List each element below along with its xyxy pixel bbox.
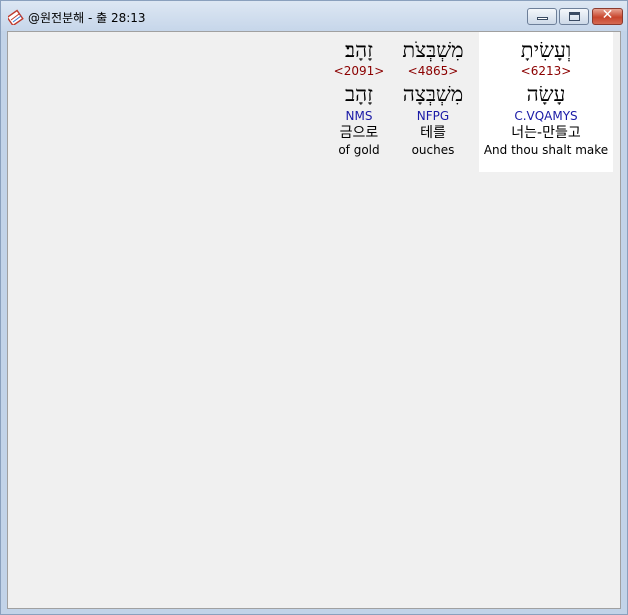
english-gloss: ouches [411, 143, 455, 157]
korean-gloss: 테를 [420, 125, 446, 141]
korean-gloss: 금으로 [339, 125, 379, 141]
parsing-code: C.VQAMYS [514, 109, 578, 123]
close-icon: ✕ [601, 7, 614, 23]
maximize-icon [569, 12, 580, 21]
hebrew-lemma: מִשְׁבְּצָה [402, 82, 464, 106]
korean-gloss: 너는-만들고 [511, 125, 581, 141]
word-column[interactable]: מִשְׁבְּצֹת <4865> מִשְׁבְּצָה NFPG 테를 o… [393, 32, 473, 172]
parsing-code: NMS [345, 109, 373, 123]
strong-number[interactable]: <4865> [393, 64, 473, 78]
word-column[interactable]: וְעָשִׂיתָ <6213> עָשָׂה C.VQAMYS 너는-만들고… [479, 32, 613, 172]
title-bar[interactable]: @원전분해 - 출 28:13 ✕ [1, 1, 627, 31]
hebrew-lemma: זָהָב [344, 82, 374, 106]
strong-number[interactable]: <2091> [330, 64, 388, 78]
close-button[interactable]: ✕ [592, 7, 623, 25]
hebrew-lemma: עָשָׂה [526, 82, 566, 106]
word-column[interactable]: זָהָב׃ <2091> זָהָב NMS 금으로 of gold [330, 32, 388, 172]
parsing-code: NFPG [416, 109, 450, 123]
app-window: @원전분해 - 출 28:13 ✕ וְעָשִׂיתָ <6213> עָשָ… [0, 0, 628, 615]
interlinear-panel: וְעָשִׂיתָ <6213> עָשָׂה C.VQAMYS 너는-만들고… [7, 31, 621, 609]
hebrew-word: זָהָב׃ [344, 38, 374, 62]
hebrew-word: וְעָשִׂיתָ [520, 38, 572, 62]
english-gloss: And thou shalt make [483, 143, 609, 157]
english-gloss: of gold [338, 143, 380, 157]
strong-number[interactable]: <6213> [479, 64, 613, 78]
window-title: @원전분해 - 출 28:13 [28, 11, 146, 25]
bible-book-icon [8, 9, 24, 25]
maximize-button[interactable] [559, 8, 589, 25]
hebrew-word: מִשְׁבְּצֹת [402, 38, 464, 62]
minimize-button[interactable] [527, 8, 557, 25]
minimize-icon [537, 17, 548, 20]
